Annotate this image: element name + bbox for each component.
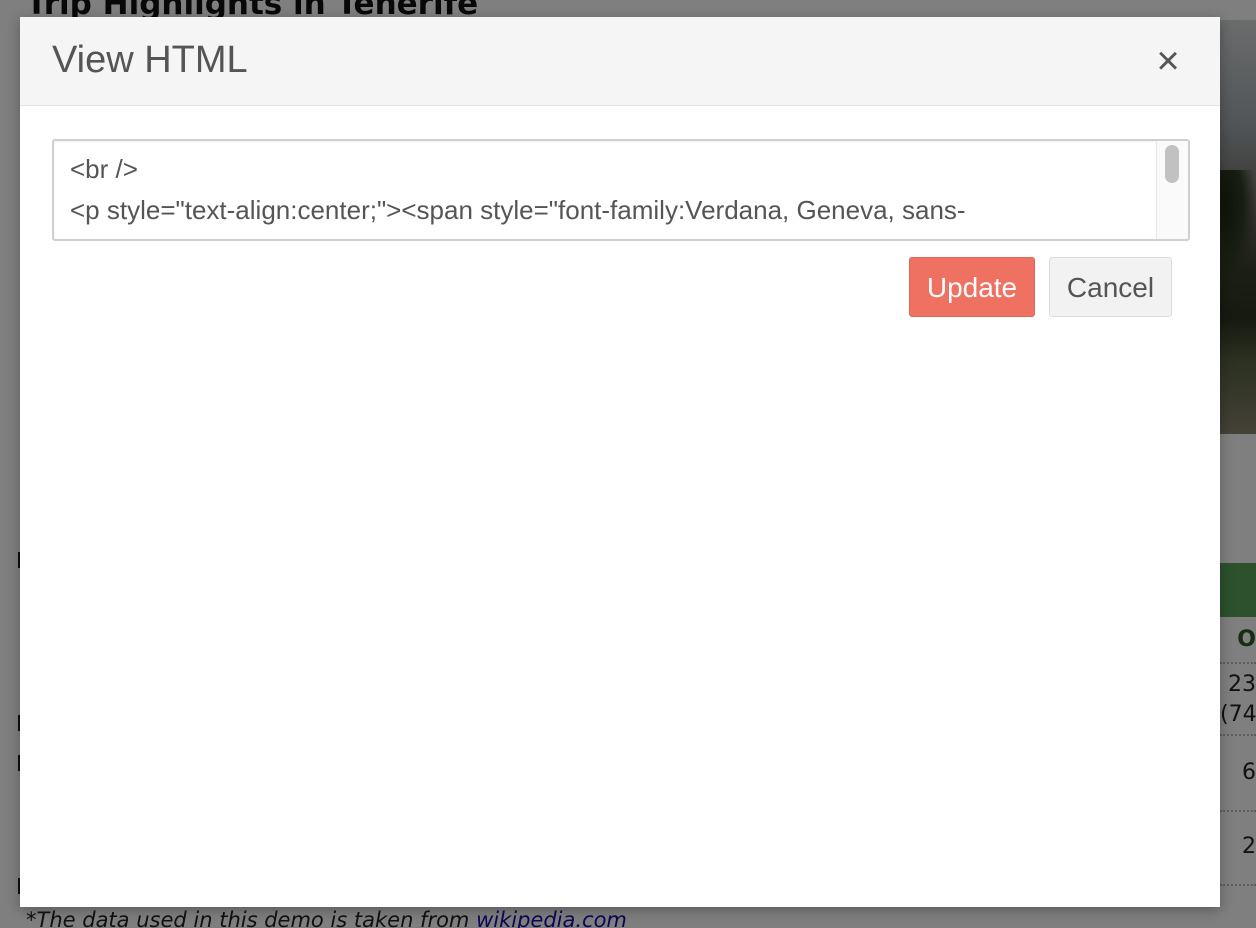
cancel-button[interactable]: Cancel <box>1049 257 1172 317</box>
code-line: <br /> <box>70 154 138 184</box>
code-line: <p style="text-align:center;"><span styl… <box>70 195 966 225</box>
html-source-content: <br /> <p style="text-align:center;"><sp… <box>70 149 1150 231</box>
scrollbar-thumb[interactable] <box>1165 145 1179 183</box>
html-source-textarea[interactable]: <br /> <p style="text-align:center;"><sp… <box>52 139 1190 241</box>
update-button[interactable]: Update <box>909 257 1035 317</box>
dialog-title: View HTML <box>52 39 248 81</box>
textarea-scrollbar[interactable] <box>1156 141 1188 239</box>
view-html-dialog: View HTML × <br /> <p style="text-align:… <box>20 17 1220 907</box>
close-icon[interactable]: × <box>1148 39 1188 83</box>
dialog-header: View HTML × <box>20 17 1220 106</box>
